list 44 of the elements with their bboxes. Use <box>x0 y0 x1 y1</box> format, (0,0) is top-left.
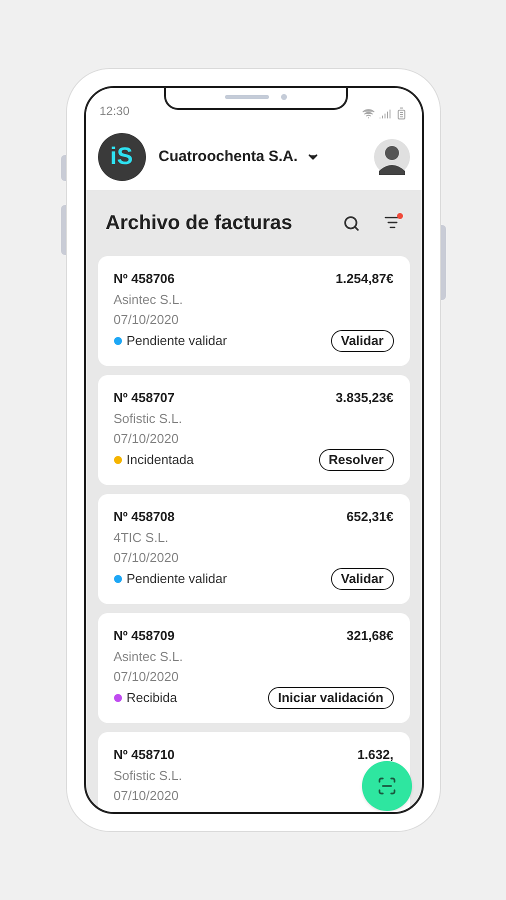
invoice-date: 07/10/2020 <box>114 430 179 448</box>
invoice-card[interactable]: Nº 458706 1.254,87€ Asintec S.L. 07/10/2020 Pendiente validar Validar <box>98 256 410 366</box>
action-button[interactable]: Validar <box>330 330 394 352</box>
invoice-date: 07/10/2020 <box>114 549 179 567</box>
scan-icon <box>376 776 396 796</box>
supplier-name: 4TIC S.L. <box>114 529 168 547</box>
action-button[interactable]: Iniciar validación <box>268 687 394 709</box>
status-label: Incidentada <box>126 451 194 470</box>
action-button[interactable]: Validar <box>330 568 394 590</box>
invoice-card[interactable]: Nº 458709 321,68€ Asintec S.L. 07/10/2020 Recibida Iniciar validación <box>98 613 410 723</box>
action-button[interactable]: Resolver <box>318 449 394 471</box>
supplier-name: Sofistic S.L. <box>114 410 182 428</box>
invoice-number: Nº 458708 <box>114 508 175 526</box>
invoice-number: Nº 458710 <box>114 746 175 764</box>
search-icon[interactable] <box>342 214 360 232</box>
status-label: Recibida <box>126 689 178 708</box>
speaker-icon <box>224 95 268 99</box>
invoice-amount: 3.835,23€ <box>336 389 394 407</box>
invoice-date: 07/10/2020 <box>114 668 179 686</box>
supplier-name: Sofistic S.L. <box>114 767 182 785</box>
invoice-card[interactable]: Nº 458708 652,31€ 4TIC S.L. 07/10/2020 Pendiente validar Validar <box>98 494 410 604</box>
invoice-amount: 1.632, <box>357 746 394 764</box>
invoice-date: 07/10/2020 <box>114 311 179 329</box>
invoice-amount: 321,68€ <box>346 627 394 645</box>
supplier-name: Asintec S.L. <box>114 648 183 666</box>
invoice-amount: 652,31€ <box>346 508 394 526</box>
page-title: Archivo de facturas <box>106 211 292 236</box>
invoice-card[interactable]: Nº 458710 1.632, Sofistic S.L. 07/10/2020 <box>98 732 410 812</box>
battery-icon <box>394 107 408 120</box>
status-label: Pendiente validar <box>126 570 227 588</box>
company-logo: iS <box>98 133 146 181</box>
avatar[interactable] <box>374 139 410 175</box>
company-selector[interactable]: Cuatroochenta S.A. <box>158 146 320 168</box>
invoice-amount: 1.254,87€ <box>336 270 394 288</box>
invoice-number: Nº 458706 <box>114 270 175 288</box>
status-label: Pendiente validar <box>126 332 227 350</box>
invoice-date: 07/10/2020 <box>114 787 179 805</box>
camera-icon <box>280 94 286 100</box>
invoice-number: Nº 458707 <box>114 389 175 407</box>
invoice-number: Nº 458709 <box>114 627 175 645</box>
invoice-card[interactable]: Nº 458707 3.835,23€ Sofistic S.L. 07/10/2020 Incidentada Resolver <box>98 375 410 485</box>
supplier-name: Asintec S.L. <box>114 291 183 309</box>
status-time: 12:30 <box>100 103 130 120</box>
filter-icon <box>384 214 400 231</box>
